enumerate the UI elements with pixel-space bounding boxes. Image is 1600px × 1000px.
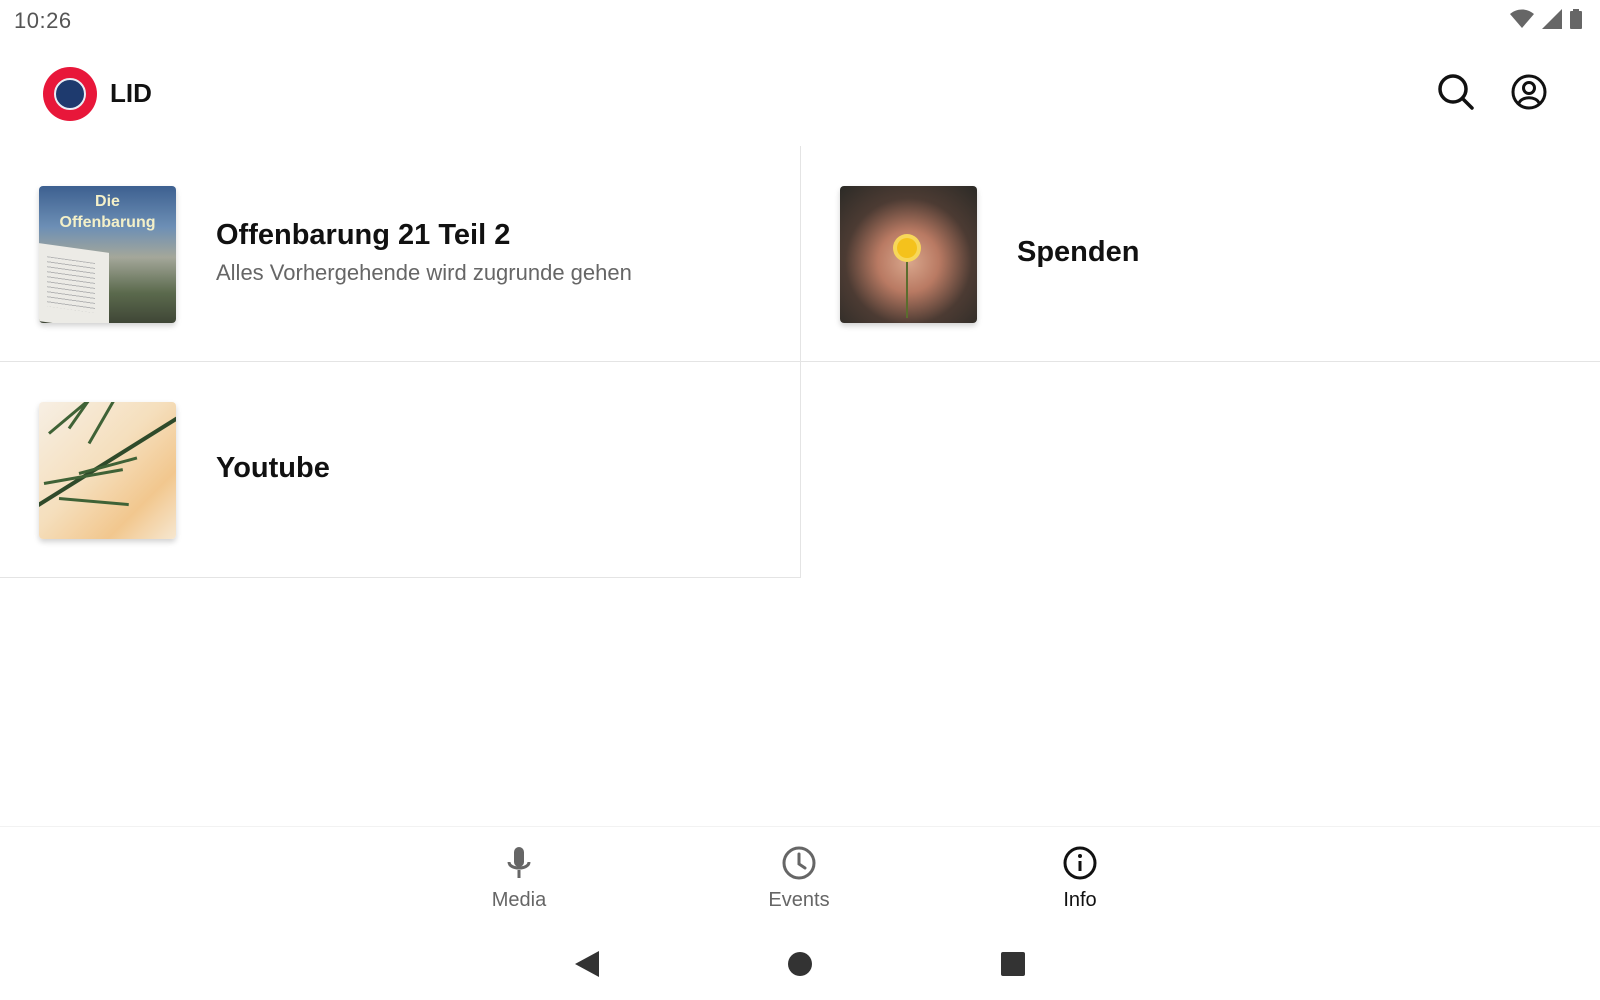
back-icon [573,949,601,984]
status-icons [1510,9,1582,34]
status-bar: 10:26 [0,0,1600,40]
tab-events[interactable]: Events [739,845,859,912]
list-item-youtube[interactable]: Youtube [0,362,801,578]
list-item-spenden[interactable]: Spenden [801,146,1600,362]
recents-icon [1000,951,1026,982]
battery-icon [1570,9,1582,34]
thumbnail-text: Die [95,193,120,210]
item-subtitle: Alles Vorhergehende wird zugrunde gehen [216,260,632,285]
item-title: Spenden [1017,236,1140,268]
recents-button[interactable] [993,946,1033,986]
signal-icon [1542,9,1562,34]
item-title: Offenbarung 21 Teil 2 [216,219,511,251]
search-icon [1437,73,1475,116]
back-button[interactable] [567,946,607,986]
status-time: 10:26 [14,8,72,33]
account-icon [1510,73,1548,116]
spenden-thumbnail [840,186,977,323]
thumbnail-text: Offenbarung [59,214,156,231]
tab-label: Media [491,889,547,911]
home-icon [786,950,814,983]
search-button[interactable] [1434,72,1478,116]
tab-info[interactable]: Info [1020,845,1140,912]
tab-label: Events [768,889,830,911]
lid-logo [43,67,97,121]
microphone-icon [459,845,579,881]
info-icon [1020,845,1140,881]
offenbarung-thumbnail: Die Offenbarung [39,186,176,323]
system-navigation [0,934,1600,1000]
app-title: LID [110,78,152,108]
item-title: Youtube [216,452,330,484]
clock-icon [739,845,859,881]
bottom-navigation: Media Events Info [0,826,1600,922]
youtube-thumbnail [39,402,176,539]
tab-media[interactable]: Media [459,845,579,912]
home-button[interactable] [780,946,820,986]
list-item-offenbarung[interactable]: Die Offenbarung Offenbarung 21 Teil 2 Al… [0,146,801,362]
wifi-icon [1510,9,1534,34]
tab-label: Info [1063,889,1097,911]
account-button[interactable] [1507,72,1551,116]
app-bar: LID [0,48,1600,140]
